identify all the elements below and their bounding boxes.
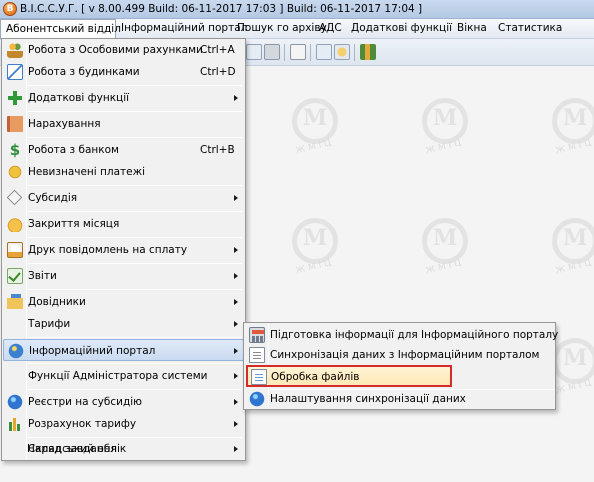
menu-item-bank[interactable]: $ Робота з банком Ctrl+B [3,139,244,161]
house-icon [7,64,23,80]
menu-separator [28,85,242,86]
toolbar-calc-button[interactable] [264,44,280,60]
menu-item-personal-accounts[interactable]: Робота з Особовими рахунками Ctrl+A [3,39,244,61]
menu-separator [28,389,242,390]
title-bar: В В.І.С.С.У.Г. [ v 8.00.499 Build: 06-11… [0,0,594,19]
menu-item-prepare-portal-info[interactable]: Підготовка інформації для Інформаційного… [245,324,558,346]
submenu-arrow-icon [234,195,238,201]
submenu-arrow-icon [234,247,238,253]
diamond-icon [6,189,23,206]
people-icon [7,42,23,58]
toolbar-chart-button[interactable] [360,44,376,60]
submenu-arrow-icon [234,348,238,354]
watermark-logo: М ЖМІЦ [530,218,594,288]
menu-separator [28,337,242,338]
submenu-arrow-icon [234,373,238,379]
window-title: В.І.С.С.У.Г. [ v 8.00.499 Build: 06-11-2… [20,3,423,15]
watermark-logo: М ЖМІЦ [270,98,360,168]
bar-chart-icon [7,416,23,432]
coins-icon [7,164,23,180]
menu-separator [28,137,242,138]
shortcut-label: Ctrl+D [200,66,236,78]
menu-item-work-orders[interactable]: Наряд завдання [2,438,243,460]
document-icon [251,369,267,385]
menu-ads[interactable]: АДС [314,19,347,39]
menu-item-subsidy-registers[interactable]: Реєстри на субсидію [3,391,244,413]
info-portal-submenu: Підготовка інформації для Інформаційного… [243,322,558,410]
menu-bar: Абонентський відділ Інформаційний портал… [0,19,594,40]
menu-separator [28,111,242,112]
menu-bottom-spacer [1,460,246,461]
menu-item-print-notices[interactable]: Друк повідомлень на сплату [3,239,244,261]
shortcut-label: Ctrl+A [200,44,235,56]
toolbar-chat-button[interactable] [334,44,350,60]
menu-item-sync-settings[interactable]: Налаштування синхронізації даних [245,388,554,410]
toolbar-search-button[interactable] [246,44,262,60]
menu-separator [28,363,242,364]
menu-separator [28,211,242,212]
watermark-logo: М ЖМІЦ [530,98,594,168]
plus-icon [7,90,23,106]
submenu-arrow-icon [234,399,238,405]
watermark-logo: М ЖМІЦ [400,218,490,288]
toolbar-separator [354,44,355,61]
menu-item-admin-functions[interactable]: Функції Адміністратора системи [3,365,244,387]
abonent-department-menu: Робота з Особовими рахунками Ctrl+A Робо… [1,38,246,461]
toolbar-separator [284,44,285,61]
menu-item-undefined-payments[interactable]: Невизначені платежі [3,161,244,183]
watermark-logo: М ЖМІЦ [270,218,360,288]
toolbar-window-button[interactable] [316,44,332,60]
menu-abonent-department[interactable]: Абонентський відділ [0,19,121,40]
menu-separator [28,185,242,186]
watermark-logo: М ЖМІЦ [400,98,490,168]
menu-separator [28,289,242,290]
menu-item-accruals[interactable]: Нарахування [3,113,244,135]
submenu-arrow-icon [234,95,238,101]
menu-item-extra-functions[interactable]: Додаткові функції [3,87,244,109]
calculator-icon [249,327,265,343]
submenu-arrow-icon [234,421,238,427]
menu-item-buildings[interactable]: Робота з будинками Ctrl+D [3,61,244,83]
globe-icon [7,394,23,410]
menu-item-directories[interactable]: Довідники [3,291,244,313]
toolbar-doc-button[interactable] [290,44,306,60]
menu-extra-functions[interactable]: Додаткові функції [346,19,457,39]
menu-item-reports[interactable]: Звіти [3,265,244,287]
menu-item-file-processing[interactable]: Обробка файлів [246,365,452,387]
folder-icon [7,294,23,310]
printer-icon [7,242,23,258]
menu-item-info-portal[interactable]: Інформаційний портал [3,339,244,361]
shortcut-label: Ctrl+B [200,144,235,156]
globe-icon [8,343,24,359]
menu-item-subsidy[interactable]: Субсидія [3,187,244,209]
menu-statistics[interactable]: Статистика [493,19,567,39]
submenu-arrow-icon [234,273,238,279]
toolbar-separator [310,44,311,61]
menu-separator [28,263,242,264]
document-sync-icon [249,347,265,363]
menu-item-tariff-calculation[interactable]: Розрахунок тарифу [3,413,244,435]
submenu-arrow-icon [234,321,238,327]
menu-item-tariffs[interactable]: Тарифи [3,313,244,335]
lock-icon [7,216,23,232]
menu-windows[interactable]: Вікна [452,19,492,39]
globe-icon [249,391,265,407]
checklist-icon [7,268,23,284]
dollar-icon: $ [9,141,21,159]
app-logo-icon: В [3,2,17,16]
menu-item-month-closing[interactable]: Закриття місяця [3,213,244,235]
submenu-arrow-icon [234,299,238,305]
book-icon [7,116,23,132]
menu-separator [28,237,242,238]
menu-item-sync-portal-data[interactable]: Синхронізація даних з Інформаційним порт… [245,344,554,366]
